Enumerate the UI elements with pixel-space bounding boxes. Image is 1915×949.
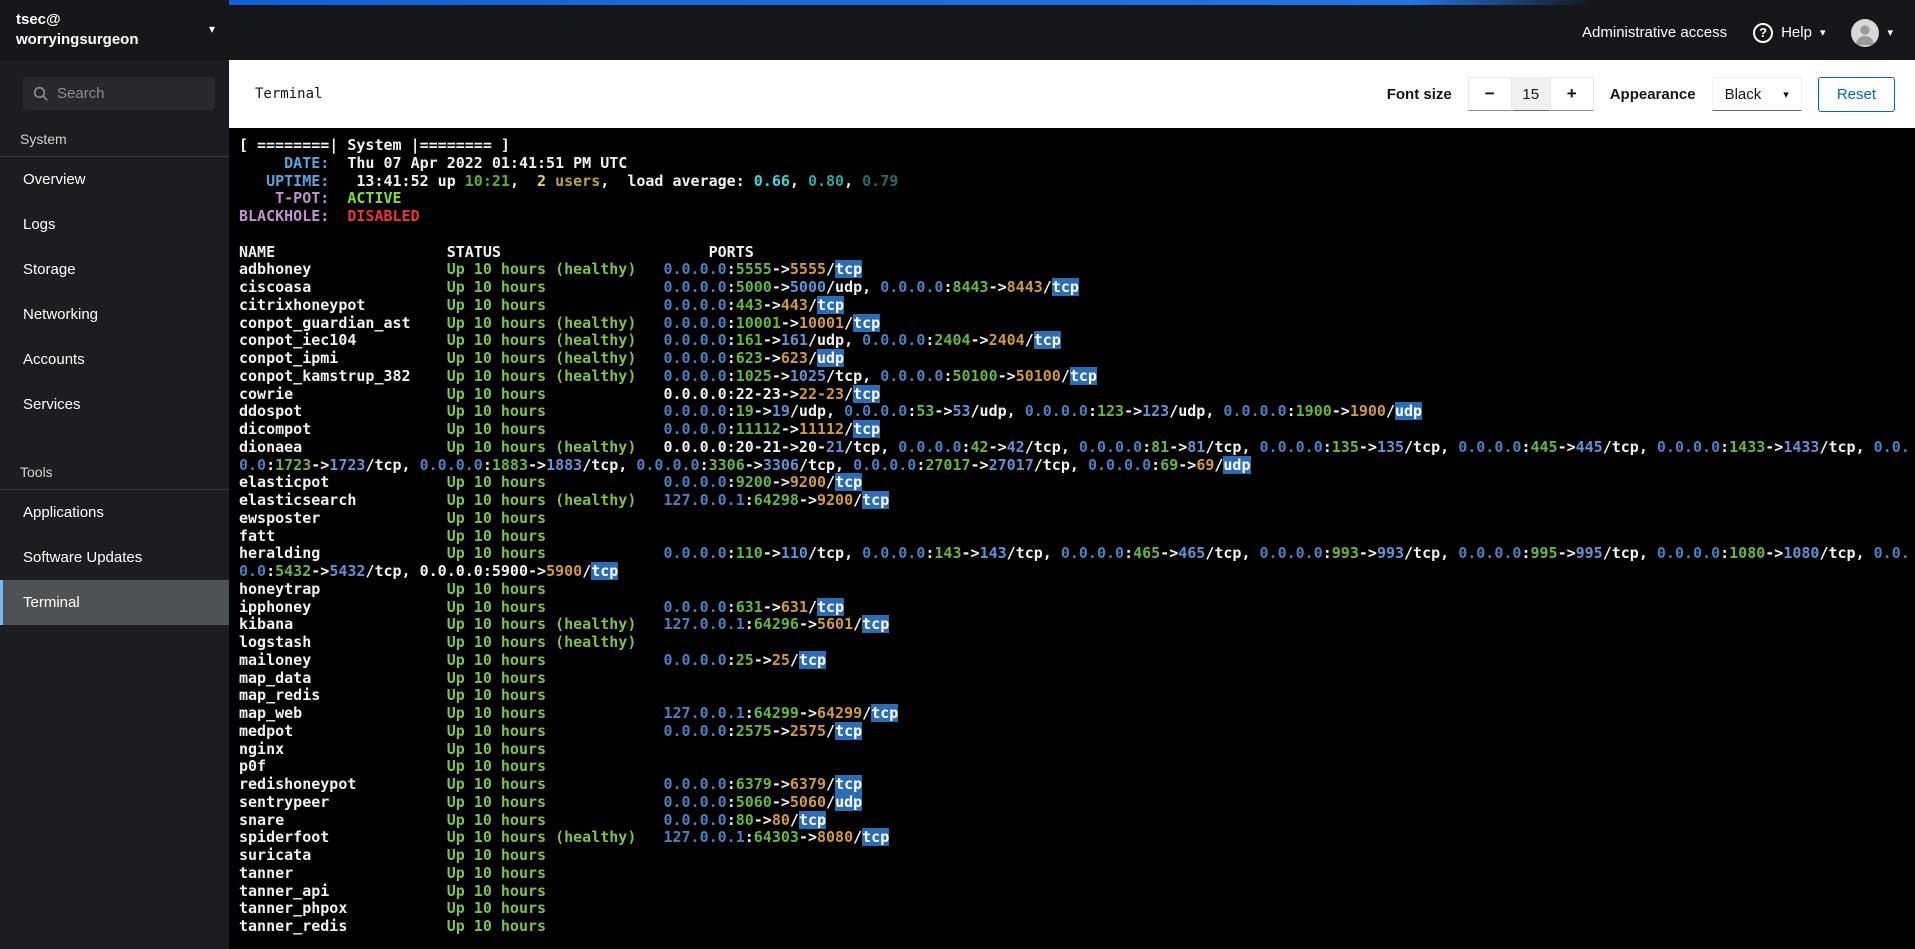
terminal-line: ciscoasa Up 10 hours 0.0.0.0:5000->5000/… [239, 278, 1079, 296]
chevron-down-icon: ▾ [208, 22, 215, 36]
terminal-line: suricata Up 10 hours [239, 846, 664, 864]
sidebar-item-overview[interactable]: Overview [0, 157, 229, 202]
sidebar-item-networking[interactable]: Networking [0, 292, 229, 337]
sidebar-item-logs[interactable]: Logs [0, 202, 229, 247]
page-title: Terminal [255, 86, 323, 102]
sidebar-item-terminal[interactable]: Terminal [0, 580, 229, 625]
terminal-line: conpot_iec104 Up 10 hours (healthy) 0.0.… [239, 331, 1061, 350]
nav-section-system: System [0, 116, 229, 157]
terminal-line: nginx Up 10 hours [239, 739, 664, 758]
terminal-line: map_redis Up 10 hours [239, 686, 664, 705]
terminal-line: [ ========| System |======== ] [239, 136, 510, 154]
font-size-decrease-button[interactable]: − [1467, 77, 1512, 111]
terminal-line: dionaea Up 10 hours (healthy) 0.0.0.0:20… [239, 437, 1910, 456]
terminal-line: dicompot Up 10 hours 0.0.0.0:11112->1111… [239, 420, 881, 438]
terminal-line: ipphoney Up 10 hours 0.0.0.0:631->631/tc… [239, 597, 845, 616]
terminal-line: kibana Up 10 hours (healthy) 127.0.0.1:6… [239, 615, 890, 634]
terminal-line: map_data Up 10 hours [239, 668, 664, 687]
terminal-line: mailoney Up 10 hours 0.0.0.0:25->25/tcp [239, 650, 827, 669]
terminal-line: honeytrap Up 10 hours [239, 579, 664, 598]
font-size-stepper: − 15 + [1467, 77, 1594, 111]
sidebar-item-applications[interactable]: Applications [0, 490, 229, 535]
host-user: tsec@ [16, 11, 61, 28]
nav-section-tools: Tools [0, 449, 229, 490]
terminal-line: logstash Up 10 hours (healthy) [239, 633, 664, 651]
search-input[interactable] [57, 85, 197, 102]
terminal-line: conpot_kamstrup_382 Up 10 hours (healthy… [239, 366, 1097, 385]
appearance-select[interactable]: Black ▾ [1711, 77, 1802, 111]
host-switcher[interactable]: tsec@ worryingsurgeon ▾ [0, 0, 229, 60]
terminal-toolbar: Terminal Font size − 15 + Appearance Bla… [229, 60, 1915, 128]
terminal-line: UPTIME: 13:41:52 up 10:21, 2 users, load… [239, 171, 899, 190]
toolbar-controls: Font size − 15 + Appearance Black ▾ Rese… [1386, 76, 1895, 112]
terminal-line: medpot Up 10 hours 0.0.0.0:2575->2575/tc… [239, 721, 863, 740]
appearance-label: Appearance [1609, 85, 1696, 103]
terminal-line: spiderfoot Up 10 hours (healthy) 127.0.0… [239, 828, 890, 847]
terminal-line: cowrie Up 10 hours 0.0.0.0:22-23->22-23/… [239, 384, 881, 403]
masthead: Administrative access ? Help ▾ ▾ [229, 0, 1915, 60]
terminal-line: ddospot Up 10 hours 0.0.0.0:19->19/udp, … [239, 402, 1423, 421]
terminal-line: redishoneypot Up 10 hours 0.0.0.0:6379->… [239, 775, 863, 793]
font-size-label: Font size [1386, 85, 1452, 103]
sidebar-item-accounts[interactable]: Accounts [0, 337, 229, 382]
terminal-line: tanner Up 10 hours [239, 863, 664, 882]
sidebar-item-software-updates[interactable]: Software Updates [0, 535, 229, 580]
terminal-line: sentrypeer Up 10 hours 0.0.0.0:5060->506… [239, 792, 863, 811]
terminal-line: tanner_redis Up 10 hours [239, 917, 664, 935]
terminal-line: heralding Up 10 hours 0.0.0.0:110->110/t… [239, 544, 1910, 563]
terminal-line: conpot_ipmi Up 10 hours (healthy) 0.0.0.… [239, 349, 845, 367]
terminal-line: map_web Up 10 hours 127.0.0.1:64299->642… [239, 704, 899, 722]
sidebar: tsec@ worryingsurgeon ▾ System Overview … [0, 0, 229, 949]
terminal-line: conpot_guardian_ast Up 10 hours (healthy… [239, 313, 881, 332]
terminal-line: ewsposter Up 10 hours [239, 508, 664, 527]
session-menu[interactable]: ▾ [1851, 18, 1893, 47]
appearance-value: Black [1724, 85, 1762, 103]
administrative-access-label: Administrative access [1582, 24, 1728, 41]
terminal-line: snare Up 10 hours 0.0.0.0:80->80/tcp [239, 810, 827, 829]
administrative-access-button[interactable]: Administrative access [1582, 24, 1727, 41]
chevron-down-icon: ▾ [1819, 27, 1826, 39]
chevron-down-icon: ▾ [1783, 88, 1789, 101]
search-icon [33, 86, 48, 101]
terminal-line: T-POT: ACTIVE [239, 189, 402, 208]
terminal-line: p0f Up 10 hours [239, 757, 664, 776]
chevron-down-icon: ▾ [1887, 27, 1893, 39]
terminal-line: DATE: Thu 07 Apr 2022 01:41:51 PM UTC [239, 153, 628, 172]
terminal-line: elasticsearch Up 10 hours (healthy) 127.… [239, 491, 890, 509]
terminal-line: tanner_api Up 10 hours [239, 881, 664, 900]
help-menu[interactable]: ? Help ▾ [1753, 22, 1826, 43]
host-name: worryingsurgeon [16, 31, 139, 48]
sidebar-search[interactable] [23, 77, 215, 110]
terminal-line: tanner_phpox Up 10 hours [239, 899, 664, 918]
terminal-line: adbhoney Up 10 hours (healthy) 0.0.0.0:5… [239, 260, 863, 279]
sidebar-item-storage[interactable]: Storage [0, 247, 229, 292]
terminal-line: 0.0:1723->1723/tcp, 0.0.0.0:1883->1883/t… [239, 455, 1251, 474]
terminal-line: 0.0:5432->5432/tcp, 0.0.0.0:5900->5900/t… [239, 562, 619, 580]
terminal-line: BLACKHOLE: DISABLED [239, 207, 420, 225]
help-label: Help [1781, 24, 1812, 41]
main-area: Administrative access ? Help ▾ ▾ Termina… [229, 0, 1915, 949]
terminal-line: elasticpot Up 10 hours 0.0.0.0:9200->920… [239, 473, 863, 492]
terminal-line: fatt Up 10 hours [239, 526, 664, 545]
terminal-line: NAME STATUS PORTS [239, 242, 754, 261]
user-icon [1856, 24, 1875, 45]
reset-button[interactable]: Reset [1817, 76, 1895, 112]
terminal-screen[interactable]: [ ========| System |======== ] DATE: Thu… [229, 128, 1915, 949]
sidebar-item-services[interactable]: Services [0, 382, 229, 427]
terminal-line: citrixhoneypot Up 10 hours 0.0.0.0:443->… [239, 295, 845, 314]
help-icon: ? [1753, 22, 1774, 43]
avatar [1851, 18, 1880, 47]
font-size-value: 15 [1511, 77, 1550, 111]
font-size-increase-button[interactable]: + [1549, 77, 1594, 111]
